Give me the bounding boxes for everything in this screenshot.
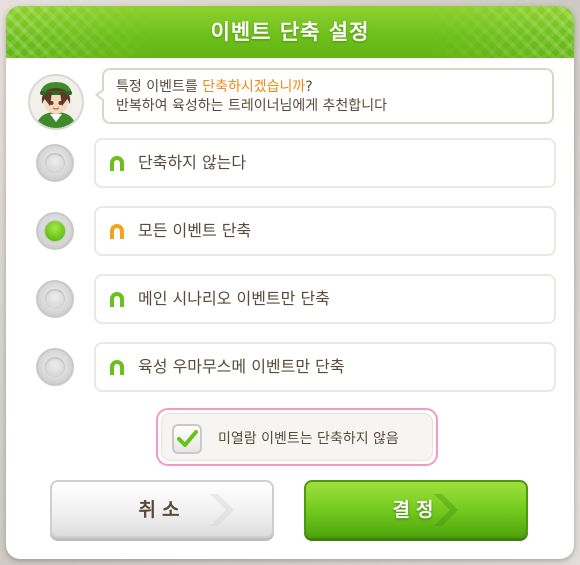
radio-dot [45,289,65,309]
chevron-right-icon [210,494,234,526]
horseshoe-icon [110,156,124,171]
prompt-text: 특정 이벤트를 [116,79,203,95]
option-card[interactable]: 메인 시나리오 이벤트만 단축 [94,274,556,324]
option-card[interactable]: 모든 이벤트 단축 [94,206,556,256]
checkbox-row-inner[interactable]: 미열람 이벤트는 단축하지 않음 [161,413,433,461]
dialog-title: 이벤트 단축 설정 [210,20,370,44]
horseshoe-icon [110,292,124,307]
character-portrait-icon [30,76,82,128]
radio-dot [45,153,65,173]
option-card[interactable]: 육성 우마무스메 이벤트만 단축 [94,342,556,392]
horseshoe-icon [110,224,124,239]
option-label: 메인 시나리오 이벤트만 단축 [138,289,330,308]
prompt-line-2: 반복하여 육성하는 트레이너님에게 추천합니다 [116,98,387,114]
event-skip-dialog: 이벤트 단축 설정 특정 이벤트를 단축하시겠습니까? 반복하여 육성하는 트레… [6,6,574,559]
prompt-question-mark: ? [305,79,313,95]
confirm-button[interactable]: 결정 [304,480,528,538]
prompt-highlight: 단축하시겠습니까 [202,79,306,95]
radio-dot [45,357,65,377]
option-label: 육성 우마무스메 이벤트만 단축 [138,357,345,376]
radio-button[interactable] [36,348,74,386]
checkbox-label: 미열람 이벤트는 단축하지 않음 [218,431,399,447]
option-card[interactable]: 단축하지 않는다 [94,138,556,188]
option-label: 단축하지 않는다 [138,153,247,172]
checkbox[interactable] [172,424,202,454]
option-no-skip[interactable]: 단축하지 않는다 [32,138,556,190]
horseshoe-icon [110,360,124,375]
prompt-line-1: 특정 이벤트를 단축하시겠습니까? [116,78,540,97]
cancel-button-label: 취소 [138,499,186,521]
radio-button-selected[interactable] [36,212,74,250]
prompt-bubble: 특정 이벤트를 단축하시겠습니까? 반복하여 육성하는 트레이너님에게 추천합니… [95,68,554,124]
trainer-avatar [28,74,84,130]
option-skip-all[interactable]: 모든 이벤트 단축 [32,206,556,258]
option-skip-training-umamusume[interactable]: 육성 우마무스메 이벤트만 단축 [32,342,556,394]
dialog-header: 이벤트 단축 설정 [6,6,574,58]
checkmark-icon [177,430,198,447]
radio-dot [45,221,65,241]
unread-events-checkbox-row[interactable]: 미열람 이벤트는 단축하지 않음 [156,408,438,466]
radio-button[interactable] [36,280,74,318]
radio-button[interactable] [36,144,74,182]
chevron-right-icon [434,494,458,526]
option-label: 모든 이벤트 단축 [138,221,252,240]
cancel-button[interactable]: 취소 [50,480,274,538]
option-skip-main-scenario[interactable]: 메인 시나리오 이벤트만 단축 [32,274,556,326]
